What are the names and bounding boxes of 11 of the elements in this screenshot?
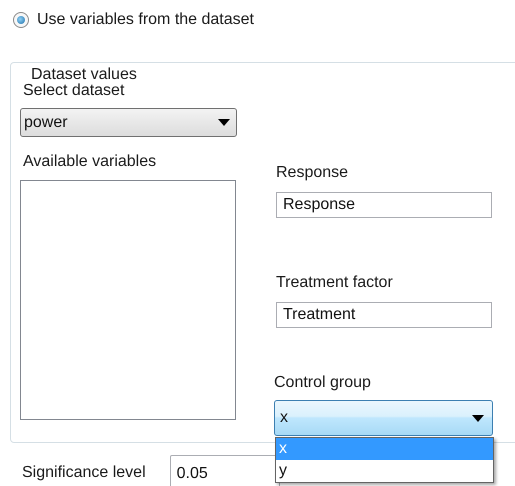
field-label: Treatment factor (276, 273, 394, 293)
text-field[interactable]: Response (276, 192, 492, 218)
field-label: Control group (274, 373, 372, 393)
field-label: Response (276, 163, 350, 183)
field-label: Significance level (22, 463, 146, 483)
control-group-dropdown[interactable]: x (274, 400, 493, 436)
radio-label[interactable]: Use variables from the dataset (37, 10, 254, 30)
text-field[interactable]: Treatment (276, 302, 492, 328)
dataset-dropdown[interactable]: power (20, 108, 237, 137)
text-field[interactable]: 0.05 (170, 455, 280, 486)
field-label: Available variables (23, 152, 158, 172)
